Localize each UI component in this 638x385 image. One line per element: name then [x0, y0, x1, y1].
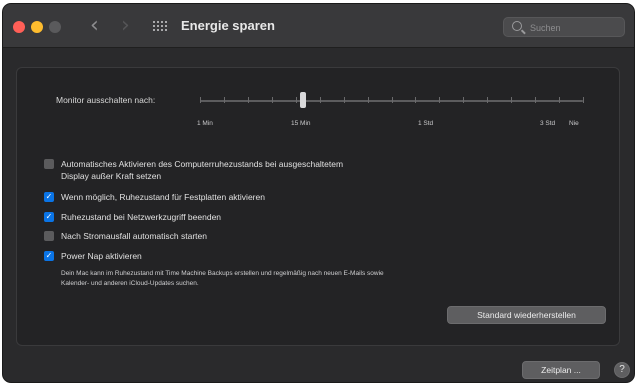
- slider-tick: [511, 97, 513, 103]
- slider-tick: [223, 97, 225, 103]
- help-button[interactable]: ?: [614, 362, 630, 378]
- slider-tick: [271, 97, 273, 103]
- slider-tick: [583, 97, 584, 103]
- restore-defaults-button[interactable]: Standard wiederherstellen: [447, 306, 606, 324]
- option-label: Automatisches Aktivieren des Computerruh…: [61, 159, 344, 181]
- search-field[interactable]: [503, 17, 625, 37]
- slider-tick: [559, 97, 561, 103]
- tick-label-1-min: 1 Min: [197, 120, 213, 127]
- search-icon: [512, 21, 522, 31]
- slider-tick: [200, 97, 201, 103]
- back-chevron-icon[interactable]: ‹: [90, 15, 99, 37]
- option-label: Wenn möglich, Ruhezustand für Festplatte…: [61, 192, 265, 202]
- slider-tick: [415, 97, 417, 103]
- slider-tick: [463, 97, 465, 103]
- schedule-button[interactable]: Zeitplan ...: [522, 361, 600, 379]
- slider-tick: [391, 97, 393, 103]
- option-label: Power Nap aktivieren: [61, 251, 142, 261]
- monitor-off-slider-knob[interactable]: [300, 92, 306, 108]
- tick-label-15-min: 15 Min: [291, 120, 311, 127]
- slider-tick: [367, 97, 369, 103]
- tick-label-nie: Nie: [569, 120, 579, 127]
- search-input[interactable]: [530, 20, 620, 35]
- zoom-window-button[interactable]: [49, 21, 61, 33]
- option-power-nap[interactable]: ✓ Power Nap aktivieren: [44, 250, 142, 262]
- settings-panel: Monitor ausschalten nach: 1 Min 15 Min 1…: [16, 67, 620, 346]
- close-window-button[interactable]: [13, 21, 25, 33]
- slider-tick: [295, 97, 297, 103]
- slider-tick: [487, 97, 489, 103]
- checkbox-unchecked[interactable]: [44, 159, 54, 169]
- option-prevent-sleep[interactable]: Automatisches Aktivieren des Computerruh…: [44, 158, 343, 182]
- minimize-window-button[interactable]: [31, 21, 43, 33]
- window-title: Energie sparen: [181, 18, 275, 33]
- power-nap-description: Dein Mac kann im Ruhezustand mit Time Ma…: [61, 270, 384, 287]
- forward-chevron-icon[interactable]: ›: [121, 15, 130, 37]
- preferences-window: ‹ › Energie sparen Monitor ausschalten n…: [3, 4, 634, 382]
- slider-tick: [535, 97, 537, 103]
- checkbox-checked[interactable]: ✓: [44, 192, 54, 202]
- option-restart-after-power-failure[interactable]: Nach Stromausfall automatisch starten: [44, 230, 207, 242]
- option-label: Nach Stromausfall automatisch starten: [61, 231, 207, 241]
- slider-tick: [319, 97, 321, 103]
- checkbox-unchecked[interactable]: [44, 231, 54, 241]
- tick-label-1-std: 1 Std: [418, 120, 434, 127]
- slider-tick: [439, 97, 441, 103]
- checkbox-checked[interactable]: ✓: [44, 212, 54, 222]
- option-label: Ruhezustand bei Netzwerkzugriff beenden: [61, 212, 222, 222]
- show-all-grid-icon[interactable]: [153, 21, 167, 33]
- monitor-off-label: Monitor ausschalten nach:: [56, 95, 156, 105]
- title-bar: ‹ › Energie sparen: [3, 4, 634, 48]
- slider-tick: [343, 97, 345, 103]
- checkbox-checked[interactable]: ✓: [44, 251, 54, 261]
- option-hard-disk-sleep[interactable]: ✓ Wenn möglich, Ruhezustand für Festplat…: [44, 191, 265, 203]
- tick-label-3-std: 3 Std: [540, 120, 556, 127]
- option-wake-network[interactable]: ✓ Ruhezustand bei Netzwerkzugriff beende…: [44, 211, 221, 223]
- slider-tick: [247, 97, 249, 103]
